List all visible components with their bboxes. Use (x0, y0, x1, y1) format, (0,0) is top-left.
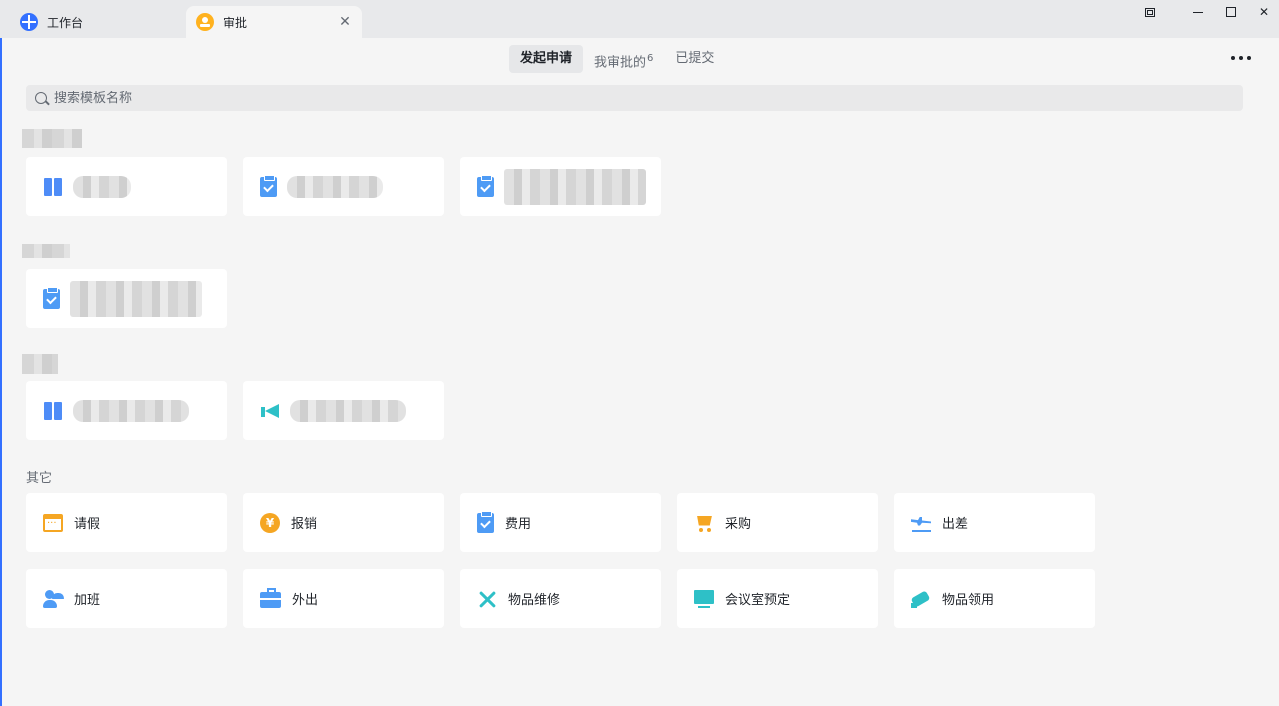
template-card[interactable] (243, 381, 444, 440)
template-card-item-requisition[interactable]: 物品领用 (894, 569, 1095, 628)
template-label: 会议室预定 (725, 593, 791, 608)
template-card[interactable] (26, 157, 227, 216)
tools-icon (477, 589, 497, 609)
redacted-section-title (22, 129, 82, 148)
pending-count-badge: 6 (647, 53, 654, 64)
template-card-overtime[interactable]: 加班 (26, 569, 227, 628)
template-label: 出差 (942, 517, 969, 532)
search-input[interactable] (54, 90, 454, 106)
template-card[interactable] (243, 157, 444, 216)
template-card-leave[interactable]: 请假 (26, 493, 227, 552)
redacted-label (504, 168, 646, 205)
template-label: 请假 (74, 517, 101, 532)
redacted-label (73, 175, 131, 198)
redacted-label (287, 175, 383, 198)
template-label: 采购 (725, 517, 752, 532)
redacted-section-title (22, 354, 58, 374)
segment-submitted[interactable]: 已提交 (664, 45, 725, 73)
template-card[interactable] (26, 269, 227, 328)
close-icon[interactable]: ✕ (336, 13, 354, 31)
redacted-section-title (22, 244, 70, 258)
approval-segmented-control: 发起申请 我审批的6 已提交 (509, 45, 725, 73)
template-label: 外出 (292, 593, 319, 608)
segment-label: 已提交 (675, 51, 715, 66)
presentation-screen-icon (694, 589, 714, 609)
template-card-business-trip[interactable]: 出差 (894, 493, 1095, 552)
book-icon (43, 401, 63, 421)
section-title-other: 其它 (26, 471, 53, 486)
maximize-icon (1226, 7, 1236, 17)
template-card-expense[interactable]: 费用 (460, 493, 661, 552)
workbench-icon (20, 13, 38, 31)
title-bar: 工作台 审批 ✕ ✕ (0, 0, 1279, 38)
close-icon: ✕ (1258, 5, 1270, 19)
hand-receive-icon (911, 589, 931, 609)
more-options-icon[interactable] (1228, 48, 1254, 68)
clipboard-check-icon (260, 174, 277, 197)
picture-in-picture-button[interactable] (1130, 0, 1170, 24)
redacted-label (290, 399, 406, 422)
tab-label: 审批 (223, 15, 248, 30)
window-close-button[interactable]: ✕ (1244, 0, 1279, 24)
megaphone-icon (260, 401, 280, 421)
template-card-purchase[interactable]: 采购 (677, 493, 878, 552)
template-label: 加班 (74, 593, 101, 608)
template-label: 报销 (291, 517, 318, 532)
template-card-item-repair[interactable]: 物品维修 (460, 569, 661, 628)
segment-label: 发起申请 (520, 51, 573, 66)
coin-icon: ¥ (260, 512, 280, 533)
calendar-icon (43, 513, 63, 532)
segment-start-request[interactable]: 发起申请 (509, 45, 584, 73)
redacted-label (73, 399, 189, 422)
window-left-edge (0, 38, 2, 706)
segment-label: 我审批的 (594, 55, 647, 71)
cart-icon (694, 513, 714, 533)
clipboard-check-icon (477, 510, 494, 533)
redacted-label (70, 280, 202, 317)
briefcase-icon (260, 588, 281, 608)
template-card-going-out[interactable]: 外出 (243, 569, 444, 628)
template-card[interactable] (460, 157, 661, 216)
pip-icon (1145, 7, 1155, 17)
template-card-reimbursement[interactable]: ¥ 报销 (243, 493, 444, 552)
book-icon (43, 177, 63, 197)
template-search-bar[interactable] (26, 85, 1243, 111)
template-label: 物品维修 (508, 593, 561, 608)
minimize-icon (1193, 11, 1203, 13)
approval-icon (196, 13, 214, 31)
template-label: 物品领用 (942, 593, 995, 608)
template-card-meeting-room[interactable]: 会议室预定 (677, 569, 878, 628)
segment-my-approvals[interactable]: 我审批的6 (583, 45, 664, 73)
search-icon (35, 92, 47, 104)
airplane-icon (911, 513, 931, 533)
tab-workbench[interactable]: 工作台 (6, 6, 184, 38)
clipboard-check-icon (43, 286, 60, 309)
person-clock-icon (43, 589, 63, 609)
template-label: 费用 (505, 517, 532, 532)
template-card[interactable] (26, 381, 227, 440)
tab-approval[interactable]: 审批 ✕ (186, 6, 362, 38)
tab-label: 工作台 (47, 15, 84, 30)
clipboard-check-icon (477, 174, 494, 197)
